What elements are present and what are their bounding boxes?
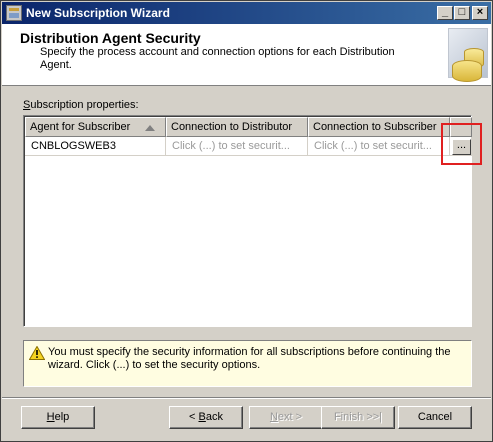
next-button[interactable]: Next > (249, 406, 323, 429)
wizard-window: New Subscription Wizard _ □ × Distributi… (0, 0, 493, 442)
grid-header: Agent for Subscriber Connection to Distr… (25, 117, 472, 137)
finish-button[interactable]: Finish >>| (321, 406, 395, 429)
highlight-box (441, 123, 482, 165)
cell-subscriber-connection[interactable]: Click (...) to set securit... (308, 137, 450, 156)
column-header-label: Agent for Subscriber (30, 121, 131, 133)
column-header-distributor[interactable]: Connection to Distributor (166, 117, 308, 137)
title-bar[interactable]: New Subscription Wizard _ □ × (2, 2, 491, 24)
cancel-button[interactable]: Cancel (398, 406, 472, 429)
subscription-grid[interactable]: Agent for Subscriber Connection to Distr… (23, 115, 472, 327)
warning-icon (29, 346, 45, 360)
accelerator-key: B (198, 411, 206, 423)
table-row[interactable]: CNBLOGSWEB3 Click (...) to set securit..… (25, 137, 472, 156)
warning-box: You must specify the security informatio… (23, 340, 472, 387)
window-title: New Subscription Wizard (26, 6, 170, 20)
help-button[interactable]: Help (21, 406, 95, 429)
button-label: ack (205, 411, 223, 423)
wizard-header: Distribution Agent Security Specify the … (2, 24, 491, 86)
button-label: elp (54, 411, 70, 423)
database-icon (430, 28, 488, 84)
cell-agent[interactable]: CNBLOGSWEB3 (25, 137, 166, 156)
button-label: ext > (277, 411, 303, 423)
minimize-button[interactable]: _ (437, 6, 453, 20)
label-text: ubscription properties: (30, 99, 139, 111)
close-button[interactable]: × (472, 6, 488, 20)
accelerator-key: H (46, 411, 55, 423)
button-divider (2, 397, 491, 399)
back-button[interactable]: < Back (169, 406, 243, 429)
subscription-properties-label: Subscription properties: (23, 99, 139, 111)
page-description: Specify the process account and connecti… (40, 46, 395, 71)
warning-text: You must specify the security informatio… (48, 346, 451, 371)
maximize-button[interactable]: □ (454, 6, 470, 20)
app-icon (6, 5, 22, 21)
sort-ascending-icon (145, 125, 155, 131)
accelerator-key: N (269, 411, 278, 423)
button-prefix: < (189, 411, 199, 423)
column-header-subscriber[interactable]: Connection to Subscriber (308, 117, 450, 137)
database-cylinder (452, 60, 482, 82)
page-title: Distribution Agent Security (20, 30, 201, 46)
column-header-agent[interactable]: Agent for Subscriber (25, 117, 166, 137)
cell-distributor-connection[interactable]: Click (...) to set securit... (166, 137, 308, 156)
